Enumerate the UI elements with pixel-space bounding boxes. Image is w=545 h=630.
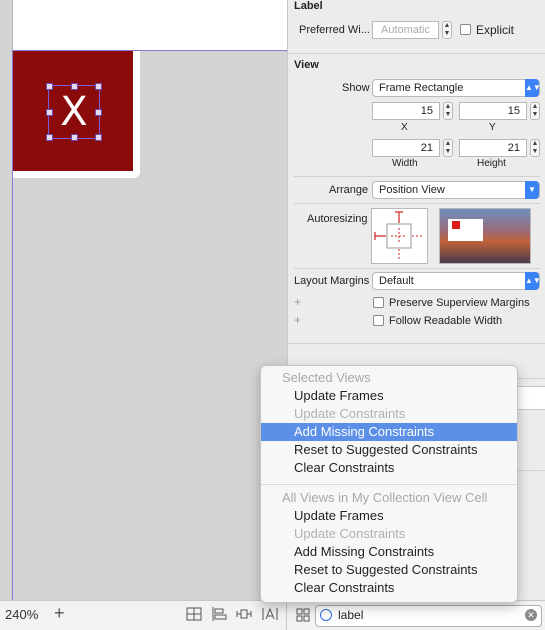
resize-handle-tm[interactable] xyxy=(71,83,78,90)
x-caption: X xyxy=(401,122,408,133)
arrange-label: Arrange xyxy=(329,184,369,196)
layout-margins-popup-value: Default xyxy=(379,275,414,287)
follow-readable-checkbox[interactable] xyxy=(373,315,384,326)
explicit-label: Explicit xyxy=(476,23,515,37)
explicit-checkbox[interactable] xyxy=(460,24,471,35)
preserve-margins-checkbox[interactable] xyxy=(373,297,384,308)
preview-superview xyxy=(448,219,483,241)
y-caption: Y xyxy=(489,122,496,133)
show-popup-value: Frame Rectangle xyxy=(379,82,464,94)
follow-readable-label: Follow Readable Width xyxy=(389,315,503,327)
autoresizing-control[interactable] xyxy=(371,208,428,264)
menu-item-clear-constraints[interactable]: Clear Constraints xyxy=(261,459,517,477)
grid-icon[interactable] xyxy=(295,607,311,623)
label-text: X xyxy=(60,89,88,135)
bottom-bar-divider xyxy=(286,601,287,630)
add-button[interactable]: + xyxy=(54,603,65,624)
height-caption: Height xyxy=(477,158,506,169)
filter-icon xyxy=(320,609,332,621)
menu-item-all-update-frames[interactable]: Update Frames xyxy=(261,507,517,525)
menu-item-reset-suggested[interactable]: Reset to Suggested Constraints xyxy=(261,441,517,459)
arrange-popup[interactable]: Position View ▼ xyxy=(372,181,540,199)
x-stepper[interactable]: ▲ ▼ xyxy=(443,102,453,120)
label-section-title: Label xyxy=(294,0,323,12)
selected-label[interactable]: X xyxy=(46,83,102,141)
embed-in-stack-icon[interactable] xyxy=(186,606,202,622)
section-divider xyxy=(294,268,540,269)
menu-item-add-missing-constraints[interactable]: Add Missing Constraints xyxy=(261,423,517,441)
storyboard-canvas[interactable]: X xyxy=(0,0,288,600)
section-divider xyxy=(294,203,540,204)
preview-view xyxy=(452,221,460,229)
align-icon[interactable] xyxy=(211,606,227,622)
resolve-issues-icon[interactable] xyxy=(262,606,278,622)
width-stepper[interactable]: ▲ ▼ xyxy=(443,139,453,157)
resize-handle-tr[interactable] xyxy=(95,83,102,90)
x-field[interactable]: 15 xyxy=(372,102,440,120)
chevron-down-icon: ▼ xyxy=(525,181,539,199)
preferred-width-label: Preferred Wi... xyxy=(299,24,370,36)
cell-background: X xyxy=(13,51,133,171)
resize-handle-bm[interactable] xyxy=(71,134,78,141)
menu-item-all-add-missing[interactable]: Add Missing Constraints xyxy=(261,543,517,561)
add-variation-icon[interactable]: + xyxy=(294,313,301,327)
resize-handle-bl[interactable] xyxy=(46,134,53,141)
resize-handle-ml[interactable] xyxy=(46,109,53,116)
menu-item-all-reset-suggested[interactable]: Reset to Suggested Constraints xyxy=(261,561,517,579)
preferred-width-stepper[interactable]: ▲ ▼ xyxy=(442,21,452,39)
resize-handle-mr[interactable] xyxy=(95,109,102,116)
pin-icon[interactable] xyxy=(236,606,252,622)
y-stepper[interactable]: ▲ ▼ xyxy=(530,102,540,120)
height-field[interactable]: 21 xyxy=(459,139,527,157)
resize-handle-tl[interactable] xyxy=(46,83,53,90)
zoom-level[interactable]: 240% xyxy=(5,607,38,622)
view-section-title: View xyxy=(294,59,319,71)
autoresizing-preview xyxy=(439,208,531,264)
width-caption: Width xyxy=(392,158,418,169)
section-divider xyxy=(288,343,545,344)
width-field[interactable]: 21 xyxy=(372,139,440,157)
chevron-updown-icon: ▲▼ xyxy=(525,79,541,97)
preferred-width-field[interactable]: Automatic xyxy=(372,21,439,39)
resolve-auto-layout-menu: Selected Views Update Frames Update Cons… xyxy=(260,365,518,603)
height-stepper[interactable]: ▲ ▼ xyxy=(530,139,540,157)
clear-icon[interactable]: ✕ xyxy=(525,609,537,621)
menu-item-all-clear-constraints[interactable]: Clear Constraints xyxy=(261,579,517,597)
collection-view-cell[interactable]: X xyxy=(13,51,140,178)
section-divider xyxy=(294,176,540,177)
show-label: Show xyxy=(342,82,370,94)
arrange-popup-value: Position View xyxy=(379,184,445,196)
layout-margins-label: Layout Margins xyxy=(294,275,370,287)
chevron-updown-icon: ▲▼ xyxy=(525,272,541,290)
resize-handle-br[interactable] xyxy=(95,134,102,141)
filter-field[interactable]: label ✕ xyxy=(315,605,542,627)
menu-header-selected-views: Selected Views xyxy=(282,370,371,385)
menu-item-all-update-constraints: Update Constraints xyxy=(294,526,406,541)
menu-item-update-constraints: Update Constraints xyxy=(294,406,406,421)
menu-header-all-views: All Views in My Collection View Cell xyxy=(282,490,488,505)
show-popup[interactable]: Frame Rectangle ▲▼ xyxy=(372,79,541,97)
add-variation-icon[interactable]: + xyxy=(294,295,301,309)
section-divider xyxy=(288,53,545,54)
layout-margins-popup[interactable]: Default ▲▼ xyxy=(372,272,541,290)
filter-text: label xyxy=(338,608,364,622)
preserve-margins-label: Preserve Superview Margins xyxy=(389,297,530,309)
canvas-bottom-bar: 240% + label ✕ xyxy=(0,600,545,630)
autoresizing-springs-icon xyxy=(374,211,424,261)
autoresizing-label: Autoresizing xyxy=(307,213,368,225)
y-field[interactable]: 15 xyxy=(459,102,527,120)
section-divider xyxy=(516,470,545,471)
canvas-top-bar xyxy=(12,0,288,51)
menu-item-update-frames[interactable]: Update Frames xyxy=(261,387,517,405)
menu-separator xyxy=(261,484,517,485)
